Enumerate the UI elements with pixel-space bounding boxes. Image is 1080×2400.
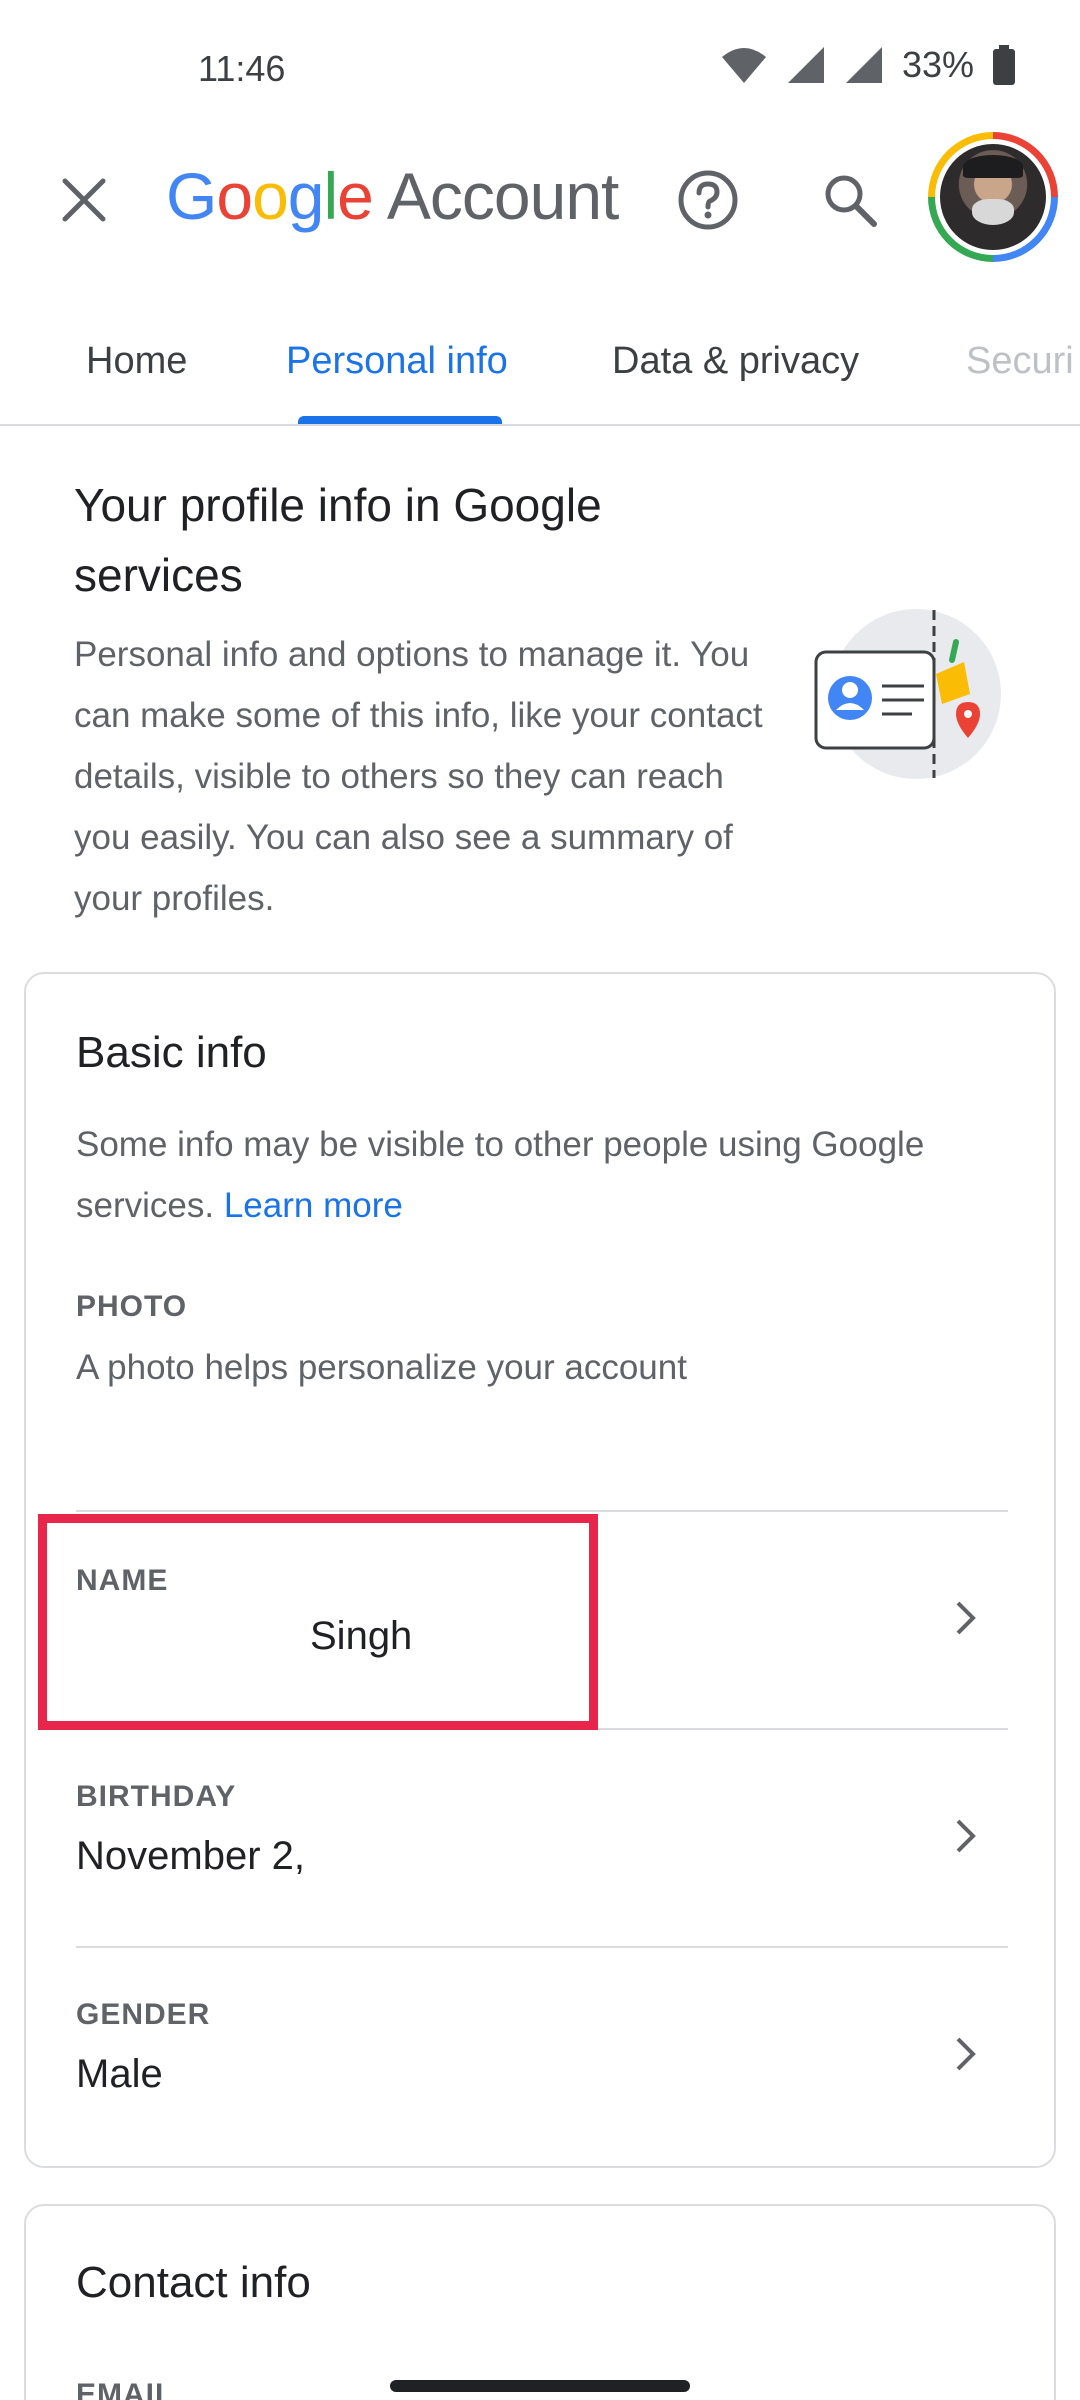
page-title: Your profile info in Google services bbox=[74, 479, 602, 601]
active-tab-indicator bbox=[298, 416, 502, 424]
status-bar: 11:46 33% bbox=[0, 0, 1080, 140]
wifi-icon bbox=[721, 48, 766, 83]
battery-icon bbox=[993, 45, 1015, 85]
basic-info-description: Some info may be visible to other people… bbox=[76, 1114, 996, 1236]
photo-hint: A photo helps personalize your account bbox=[76, 1348, 687, 1387]
chevron-right-icon bbox=[946, 1816, 986, 1856]
avatar-photo bbox=[940, 144, 1046, 250]
name-highlight-box bbox=[38, 1514, 598, 1730]
contact-info-title: Contact info bbox=[76, 2258, 311, 2307]
close-button[interactable] bbox=[44, 160, 124, 240]
logo-letter: e bbox=[337, 159, 374, 233]
birthday-label: BIRTHDAY bbox=[76, 1780, 237, 1813]
logo-letter: l bbox=[323, 159, 339, 233]
search-icon bbox=[825, 175, 877, 227]
help-icon bbox=[678, 170, 738, 230]
tab-data-privacy[interactable]: Data & privacy bbox=[612, 340, 859, 383]
tab-personal-info[interactable]: Personal info bbox=[286, 340, 508, 383]
logo-letter: o bbox=[216, 159, 253, 233]
gender-label: GENDER bbox=[76, 1998, 211, 2031]
tab-security[interactable]: Securi bbox=[966, 340, 1074, 383]
battery-percent: 33% bbox=[901, 44, 974, 85]
tab-home[interactable]: Home bbox=[86, 340, 187, 383]
app-bar: Google Account bbox=[0, 130, 1080, 270]
logo-letter: g bbox=[287, 159, 325, 233]
birthday-value: November 2, bbox=[76, 1834, 305, 1878]
home-indicator[interactable] bbox=[390, 2380, 690, 2392]
chevron-right-icon bbox=[946, 1598, 986, 1638]
signal-icon bbox=[845, 47, 882, 83]
page-description: Personal info and options to manage it. … bbox=[74, 635, 763, 918]
contact-info-card: Contact info EMAIL bbox=[24, 2204, 1056, 2400]
learn-more-link[interactable]: Learn more bbox=[224, 1186, 403, 1225]
chevron-right-icon bbox=[946, 2034, 986, 2074]
profile-illustration bbox=[814, 609, 1001, 779]
account-avatar[interactable] bbox=[928, 132, 1058, 262]
email-label: EMAIL bbox=[76, 2378, 175, 2400]
basic-info-text: Some info may be visible to other people… bbox=[76, 1125, 925, 1225]
avatar-ring bbox=[935, 139, 1051, 255]
gender-row[interactable]: GENDER Male bbox=[26, 1948, 1054, 2164]
logo-letter: o bbox=[252, 159, 289, 233]
help-button[interactable] bbox=[668, 160, 748, 240]
photo-row[interactable]: PHOTO A photo helps personalize your acc… bbox=[26, 1274, 1054, 1474]
status-time: 11:46 bbox=[198, 48, 286, 89]
google-account-logo: Google Account bbox=[166, 158, 619, 234]
tab-bar: Home Personal info Data & privacy Securi bbox=[0, 300, 1080, 426]
search-button[interactable] bbox=[810, 160, 890, 240]
birthday-row[interactable]: BIRTHDAY November 2, bbox=[26, 1730, 1054, 1946]
signal-icon bbox=[787, 47, 824, 83]
avatar-cap bbox=[963, 154, 1023, 178]
logo-account-text: Account bbox=[386, 159, 619, 233]
basic-info-title: Basic info bbox=[76, 1028, 267, 1077]
close-icon bbox=[62, 178, 106, 222]
logo-letter: G bbox=[166, 159, 217, 233]
gender-value: Male bbox=[76, 2052, 163, 2096]
status-icons: 33% bbox=[720, 44, 1016, 86]
photo-label: PHOTO bbox=[76, 1290, 188, 1323]
avatar-mask bbox=[971, 199, 1015, 225]
